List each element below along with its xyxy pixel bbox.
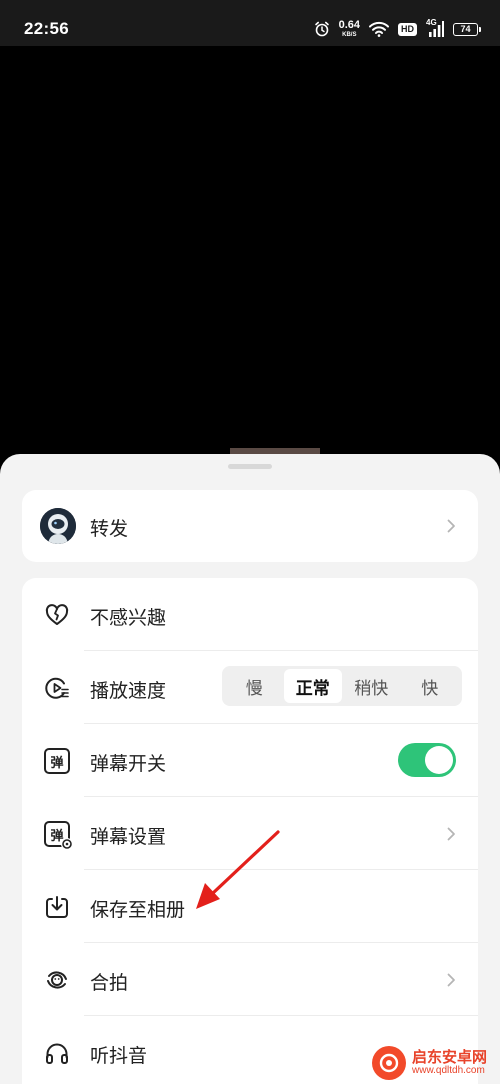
net-speed-unit: KB/S bbox=[342, 32, 357, 38]
danmaku-icon: 弹 bbox=[44, 748, 70, 774]
menu-item-save-to-album[interactable]: 保存至相册 bbox=[22, 870, 478, 943]
watermark: 启东安卓网 www.qdltdh.com bbox=[372, 1042, 500, 1084]
net-speed: 0.64 KB/S bbox=[338, 19, 360, 39]
not-interested-label: 不感兴趣 bbox=[90, 608, 167, 629]
cellular-signal-icon: 4G bbox=[426, 18, 444, 39]
danmaku-settings-icon: 弹 bbox=[44, 821, 73, 850]
chevron-right-icon bbox=[447, 519, 455, 533]
danmaku-toggle-switch[interactable] bbox=[398, 743, 456, 777]
sheet-drag-handle[interactable] bbox=[228, 464, 272, 469]
listen-douyin-label: 听抖音 bbox=[90, 1046, 148, 1067]
watermark-name: 启东安卓网 bbox=[412, 1048, 488, 1066]
watermark-url: www.qdltdh.com bbox=[412, 1064, 485, 1076]
menu-item-danmaku-toggle: 弹 弹幕开关 bbox=[22, 724, 478, 797]
menu-item-duet[interactable]: 合拍 bbox=[22, 943, 478, 1016]
speed-selector[interactable]: 慢 正常 稍快 快 bbox=[222, 666, 462, 706]
danmaku-toggle-label: 弹幕开关 bbox=[90, 754, 167, 775]
download-icon bbox=[46, 896, 68, 918]
watermark-logo-icon bbox=[372, 1046, 406, 1080]
net-speed-value: 0.64 bbox=[338, 19, 360, 31]
more-options-sheet: 转发 不感兴趣 播放速度 慢 正常 稍快 快 弹 弹幕开关 弹 弹幕设置 保存至… bbox=[0, 454, 500, 1084]
status-time: 22:56 bbox=[24, 19, 69, 38]
playback-speed-icon bbox=[45, 677, 69, 699]
broken-heart-icon bbox=[45, 604, 69, 625]
avatar bbox=[40, 508, 76, 544]
speed-option-slow[interactable]: 慢 bbox=[225, 669, 284, 703]
watermark-text: 启东安卓网 www.qdltdh.com bbox=[412, 1050, 487, 1076]
menu-item-not-interested[interactable]: 不感兴趣 bbox=[22, 578, 478, 651]
speed-option-fast[interactable]: 快 bbox=[401, 669, 460, 703]
wifi-icon bbox=[369, 21, 389, 37]
duet-label: 合拍 bbox=[90, 973, 129, 994]
options-card: 不感兴趣 播放速度 慢 正常 稍快 快 弹 弹幕开关 弹 弹幕设置 保存至相册 … bbox=[22, 578, 478, 1084]
headphones-icon bbox=[46, 1043, 68, 1064]
video-player[interactable] bbox=[0, 46, 500, 456]
menu-item-playback-speed: 播放速度 慢 正常 稍快 快 bbox=[22, 651, 478, 724]
danmaku-settings-label: 弹幕设置 bbox=[90, 827, 167, 848]
status-icons: 0.64 KB/S HD 4G 74 bbox=[314, 17, 481, 41]
menu-item-danmaku-settings[interactable]: 弹 弹幕设置 bbox=[22, 797, 478, 870]
save-to-album-label: 保存至相册 bbox=[90, 900, 186, 921]
hd-icon: HD bbox=[398, 22, 417, 36]
playback-speed-label: 播放速度 bbox=[90, 681, 167, 702]
toggle-knob bbox=[425, 746, 453, 774]
battery-level: 74 bbox=[460, 24, 471, 34]
battery-icon: 74 bbox=[453, 22, 481, 36]
speed-option-slightly-fast[interactable]: 稍快 bbox=[342, 669, 401, 703]
duet-icon bbox=[47, 971, 67, 989]
speed-option-normal[interactable]: 正常 bbox=[283, 669, 342, 703]
status-bar: 22:56 0.64 KB/S HD 4G 74 bbox=[0, 0, 500, 46]
share-label: 转发 bbox=[90, 519, 129, 540]
share-card[interactable]: 转发 bbox=[22, 490, 478, 562]
chevron-right-icon bbox=[447, 827, 455, 841]
gear-icon bbox=[61, 838, 73, 850]
alarm-icon bbox=[314, 21, 329, 37]
chevron-right-icon bbox=[447, 973, 455, 987]
